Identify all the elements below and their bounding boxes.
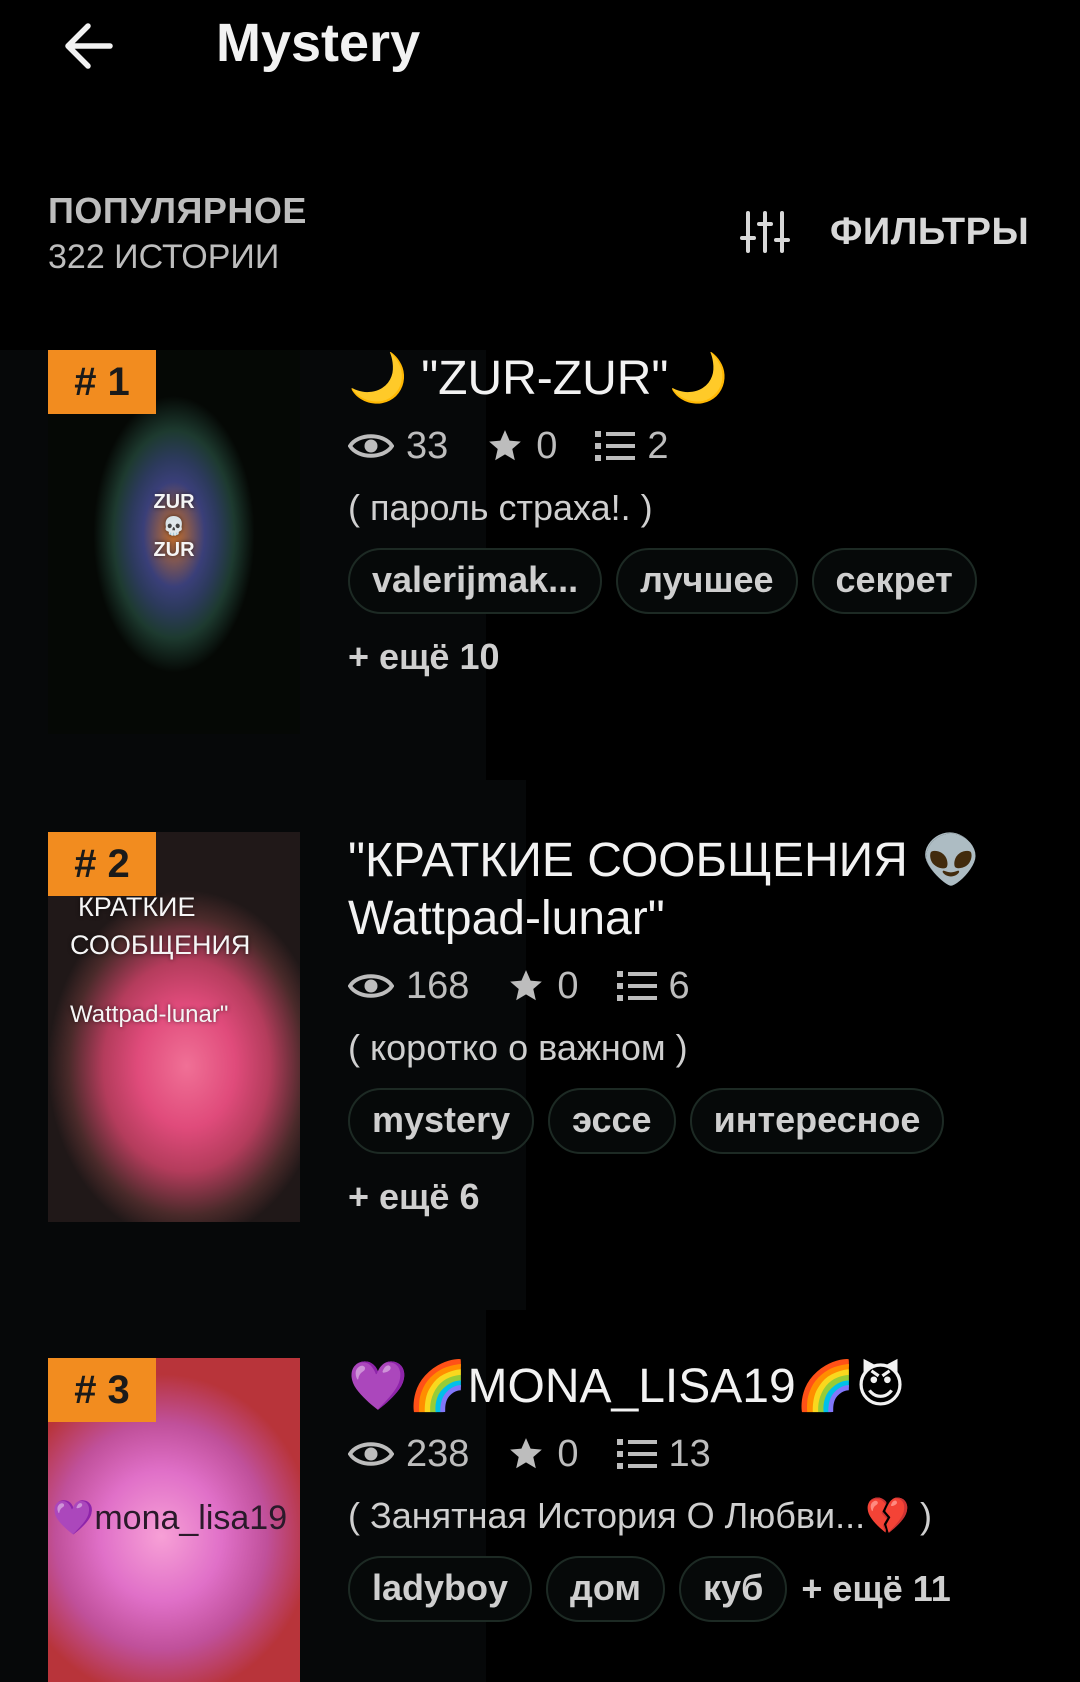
views-stat: 238 [348,1433,469,1476]
parts-count: 6 [668,964,690,1007]
tag-chip[interactable]: ladyboy [348,1556,533,1622]
more-tags-link[interactable]: + ещё 11 [801,1558,951,1620]
cover-text: ZUR 💀 ZUR [153,491,195,561]
story-card[interactable]: КРАТКИЕ СООБЩЕНИЯ Wattpad-lunar" # 2 "КР… [0,780,1080,1310]
views-count: 168 [406,964,470,1007]
votes-count: 0 [536,424,558,467]
list-icon [595,431,636,461]
story-cover[interactable]: КРАТКИЕ СООБЩЕНИЯ Wattpad-lunar" # 2 [48,832,300,1222]
tag-list: mystery эссе интересное [348,1088,1048,1154]
rank-badge: # 3 [48,1358,156,1422]
parts-stat: 13 [616,1432,711,1476]
story-card[interactable]: ZUR 💀 ZUR # 1 🌙 "ZUR-ZUR"🌙 33 0 2 ( паро… [0,330,1080,800]
back-arrow-icon [65,23,113,69]
tag-chip[interactable]: секрет [811,548,977,614]
section-header: ПОПУЛЯРНОЕ 322 ИСТОРИИ [48,188,307,280]
story-description: ( Занятная История О Любви...💔 ) [348,1495,932,1536]
story-stats: 238 0 13 [348,1426,1048,1482]
votes-count: 0 [557,964,579,1007]
eye-icon [348,974,394,998]
cover-text: 💜mona_lisa19 [52,1499,288,1537]
votes-stat: 0 [486,425,557,468]
story-title[interactable]: "КРАТКИЕ СООБЩЕНИЯ 👽 Wattpad-lunar" [348,832,1048,948]
filters-button[interactable]: ФИЛЬТРЫ [740,210,1029,254]
story-info: 💜🌈MONA_LISA19🌈😈 238 0 13 ( Занятная Исто… [348,1358,1048,1622]
story-stats: 33 0 2 [348,418,1048,474]
story-cover[interactable]: ZUR 💀 ZUR # 1 [48,350,300,734]
page-title: Mystery [216,13,421,73]
rank-badge: # 2 [48,832,156,896]
story-description: ( коротко о важном ) [348,1027,688,1068]
story-info: "КРАТКИЕ СООБЩЕНИЯ 👽 Wattpad-lunar" 168 … [348,832,1048,1228]
list-icon [616,1439,657,1469]
story-card[interactable]: 💜mona_lisa19 # 3 💜🌈MONA_LISA19🌈😈 238 0 1… [0,1310,1080,1682]
story-info: 🌙 "ZUR-ZUR"🌙 33 0 2 ( пароль страха!. ) … [348,350,1048,688]
views-stat: 33 [348,425,448,468]
votes-count: 0 [557,1432,579,1475]
story-title[interactable]: 💜🌈MONA_LISA19🌈😈 [348,1358,1048,1416]
story-description: ( пароль страха!. ) [348,487,653,528]
tag-list: ladyboy дом куб + ещё 11 [348,1556,1048,1622]
filters-label: ФИЛЬТРЫ [830,210,1030,253]
star-icon [510,970,543,1001]
parts-count: 13 [668,1432,711,1475]
tag-chip[interactable]: дом [546,1556,666,1622]
story-count: 322 ИСТОРИИ [48,238,280,276]
parts-count: 2 [647,424,669,467]
back-button[interactable] [52,10,124,82]
story-title[interactable]: 🌙 "ZUR-ZUR"🌙 [348,350,1048,408]
parts-stat: 6 [616,964,690,1008]
views-count: 33 [406,424,449,467]
tag-chip[interactable]: интересное [689,1088,945,1154]
tag-list: valerijmak... лучшее секрет [348,548,1048,614]
more-tags-link[interactable]: + ещё 10 [348,626,1048,688]
filter-sliders-icon [740,211,790,253]
cover-text: КРАТКИЕ СООБЩЕНИЯ Wattpad-lunar" [70,892,251,1028]
views-count: 238 [406,1432,470,1475]
votes-stat: 0 [507,964,579,1008]
parts-stat: 2 [595,424,669,468]
tag-chip[interactable]: лучшее [616,548,798,614]
section-title: ПОПУЛЯРНОЕ [48,190,307,231]
tag-chip[interactable]: valerijmak... [348,548,603,614]
list-icon [616,971,657,1001]
star-icon [489,430,522,461]
eye-icon [348,1442,394,1466]
story-stats: 168 0 6 [348,958,1048,1014]
app-header: Mystery [0,0,1080,110]
tag-chip[interactable]: куб [679,1556,788,1622]
views-stat: 168 [348,965,469,1008]
tag-chip[interactable]: mystery [348,1088,535,1154]
story-cover[interactable]: 💜mona_lisa19 # 3 [48,1358,300,1682]
tag-chip[interactable]: эссе [548,1088,676,1154]
votes-stat: 0 [507,1432,579,1476]
rank-badge: # 1 [48,350,156,414]
more-tags-link[interactable]: + ещё 6 [348,1166,1048,1228]
eye-icon [348,434,394,458]
star-icon [510,1438,543,1469]
